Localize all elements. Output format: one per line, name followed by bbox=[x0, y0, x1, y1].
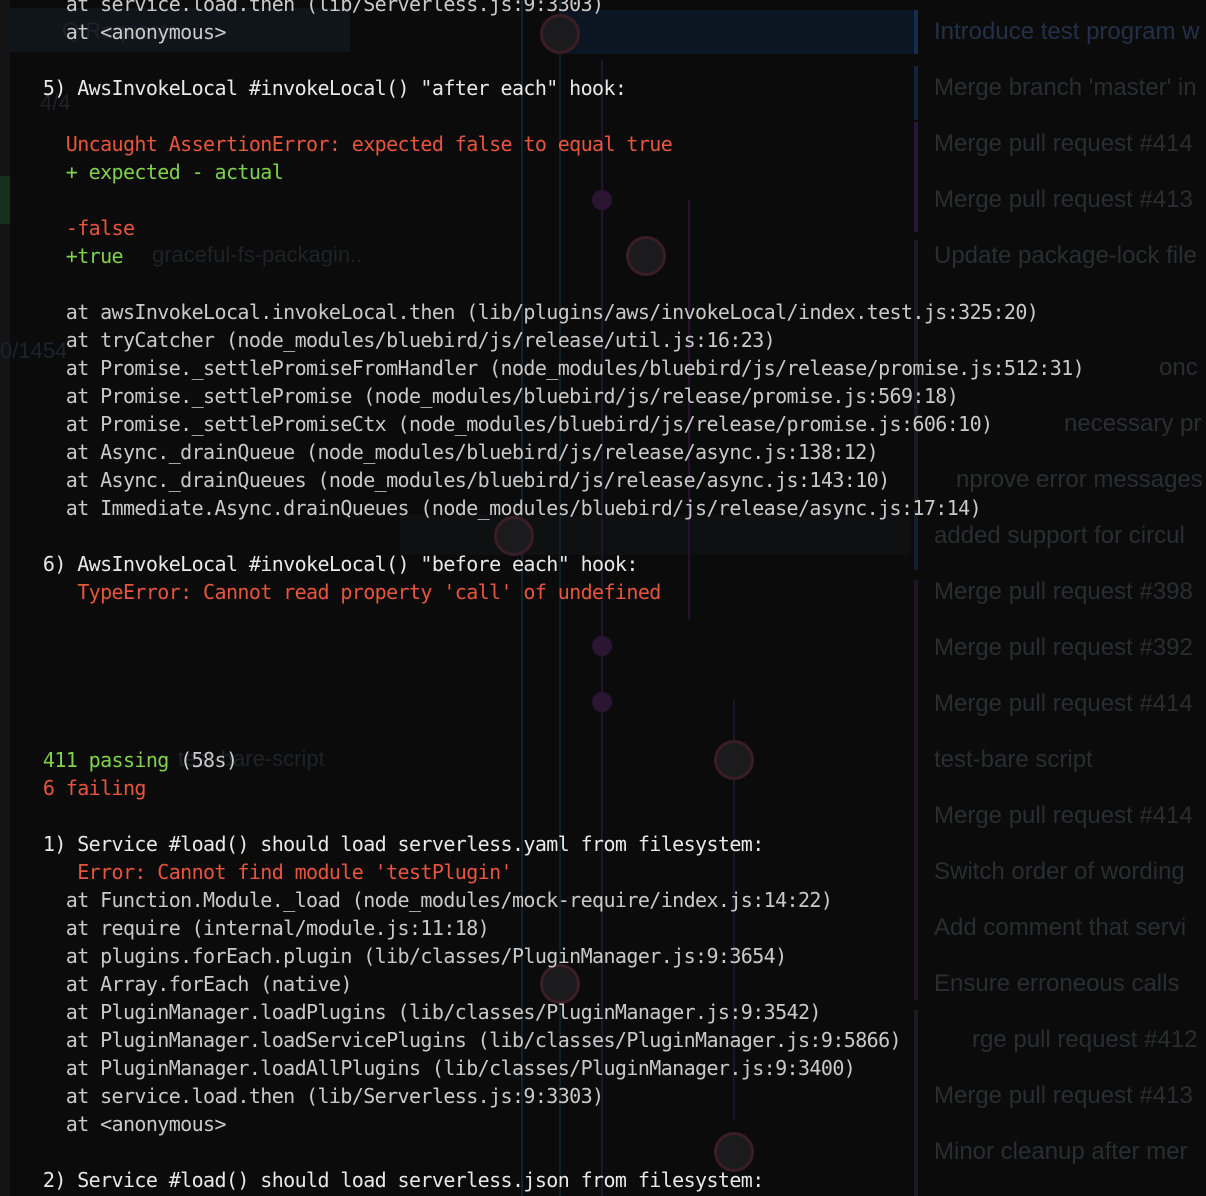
terminal-line-text: 6 failing bbox=[20, 776, 147, 800]
terminal-line: 411 passing (58s) bbox=[20, 746, 238, 774]
terminal-output[interactable]: at service.load.then (lib/Serverless.js:… bbox=[0, 0, 1206, 1196]
terminal-line-text: at tryCatcher (node_modules/bluebird/js/… bbox=[20, 328, 776, 352]
terminal-line-text: at <anonymous> bbox=[20, 20, 227, 44]
terminal-line: at awsInvokeLocal.invokeLocal.then (lib/… bbox=[20, 298, 1039, 326]
terminal-line-text: at <anonymous> bbox=[20, 1112, 227, 1136]
terminal-line: at Function.Module._load (node_modules/m… bbox=[20, 886, 833, 914]
terminal-line-text: at plugins.forEach.plugin (lib/classes/P… bbox=[20, 944, 787, 968]
terminal-line: at PluginManager.loadPlugins (lib/classe… bbox=[20, 998, 822, 1026]
terminal-line: 6 failing bbox=[20, 774, 147, 802]
terminal-line-text: -false bbox=[20, 216, 135, 240]
terminal-line-text: at Promise._settlePromiseFromHandler (no… bbox=[20, 356, 1085, 380]
terminal-line: at PluginManager.loadServicePlugins (lib… bbox=[20, 1026, 902, 1054]
terminal-line-text: at Async._drainQueue (node_modules/blueb… bbox=[20, 440, 879, 464]
terminal-line: at Array.forEach (native) bbox=[20, 970, 353, 998]
terminal-line-text: 411 passing bbox=[20, 748, 169, 772]
terminal-line: 6) AwsInvokeLocal #invokeLocal() "before… bbox=[20, 550, 639, 578]
terminal-line: at service.load.then (lib/Serverless.js:… bbox=[20, 0, 604, 18]
terminal-line: 2) Service #load() should load serverles… bbox=[20, 1166, 764, 1194]
terminal-line: TypeError: Cannot read property 'call' o… bbox=[20, 578, 661, 606]
terminal-line: Error: Cannot find module 'testPlugin' bbox=[20, 858, 512, 886]
terminal-line: at Promise._settlePromiseCtx (node_modul… bbox=[20, 410, 993, 438]
terminal-line-text: at service.load.then (lib/Serverless.js:… bbox=[20, 0, 604, 16]
terminal-line-text: TypeError: Cannot read property 'call' o… bbox=[20, 580, 661, 604]
terminal-line-text: Error: Cannot find module 'testPlugin' bbox=[20, 860, 512, 884]
terminal-line-text: Uncaught AssertionError: expected false … bbox=[20, 132, 673, 156]
terminal-line: at Async._drainQueue (node_modules/blueb… bbox=[20, 438, 879, 466]
terminal-line: at tryCatcher (node_modules/bluebird/js/… bbox=[20, 326, 776, 354]
terminal-line-text: 6) AwsInvokeLocal #invokeLocal() "before… bbox=[20, 552, 639, 576]
terminal-line: at require (internal/module.js:11:18) bbox=[20, 914, 490, 942]
terminal-line: Uncaught AssertionError: expected false … bbox=[20, 130, 673, 158]
terminal-line-text: at Array.forEach (native) bbox=[20, 972, 353, 996]
terminal-line-text: at Promise._settlePromise (node_modules/… bbox=[20, 384, 959, 408]
terminal-line-suffix: (58s) bbox=[168, 748, 238, 772]
terminal-line: -false bbox=[20, 214, 135, 242]
terminal-line-text: at Async._drainQueues (node_modules/blue… bbox=[20, 468, 890, 492]
terminal-line: at Async._drainQueues (node_modules/blue… bbox=[20, 466, 890, 494]
terminal-line-text: at PluginManager.loadAllPlugins (lib/cla… bbox=[20, 1056, 856, 1080]
terminal-line: at plugins.forEach.plugin (lib/classes/P… bbox=[20, 942, 787, 970]
terminal-line-text: +true bbox=[20, 244, 124, 268]
terminal-line-text: at Promise._settlePromiseCtx (node_modul… bbox=[20, 412, 993, 436]
terminal-line-text: at Function.Module._load (node_modules/m… bbox=[20, 888, 833, 912]
terminal-line: at Promise._settlePromise (node_modules/… bbox=[20, 382, 959, 410]
terminal-line-text: 5) AwsInvokeLocal #invokeLocal() "after … bbox=[20, 76, 627, 100]
terminal-line-text: at require (internal/module.js:11:18) bbox=[20, 916, 490, 940]
terminal-line-text: at PluginManager.loadPlugins (lib/classe… bbox=[20, 1000, 822, 1024]
terminal-line: at <anonymous> bbox=[20, 1110, 227, 1138]
terminal-line: at <anonymous> bbox=[20, 18, 227, 46]
terminal-line: +true bbox=[20, 242, 124, 270]
terminal-line-text: at PluginManager.loadServicePlugins (lib… bbox=[20, 1028, 902, 1052]
terminal-line: 1) Service #load() should load serverles… bbox=[20, 830, 764, 858]
terminal-line: 5) AwsInvokeLocal #invokeLocal() "after … bbox=[20, 74, 627, 102]
terminal-line: at Promise._settlePromiseFromHandler (no… bbox=[20, 354, 1085, 382]
terminal-line: at service.load.then (lib/Serverless.js:… bbox=[20, 1082, 604, 1110]
terminal-line: at Immediate.Async.drainQueues (node_mod… bbox=[20, 494, 982, 522]
terminal-line-text: at awsInvokeLocal.invokeLocal.then (lib/… bbox=[20, 300, 1039, 324]
terminal-line-text: 2) Service #load() should load serverles… bbox=[20, 1168, 764, 1192]
terminal-line-text: at Immediate.Async.drainQueues (node_mod… bbox=[20, 496, 982, 520]
terminal-line-text: at service.load.then (lib/Serverless.js:… bbox=[20, 1084, 604, 1108]
terminal-line: + expected - actual bbox=[20, 158, 284, 186]
terminal-line-text: + expected - actual bbox=[20, 160, 284, 184]
terminal-line-text: 1) Service #load() should load serverles… bbox=[20, 832, 764, 856]
terminal-line: at PluginManager.loadAllPlugins (lib/cla… bbox=[20, 1054, 856, 1082]
